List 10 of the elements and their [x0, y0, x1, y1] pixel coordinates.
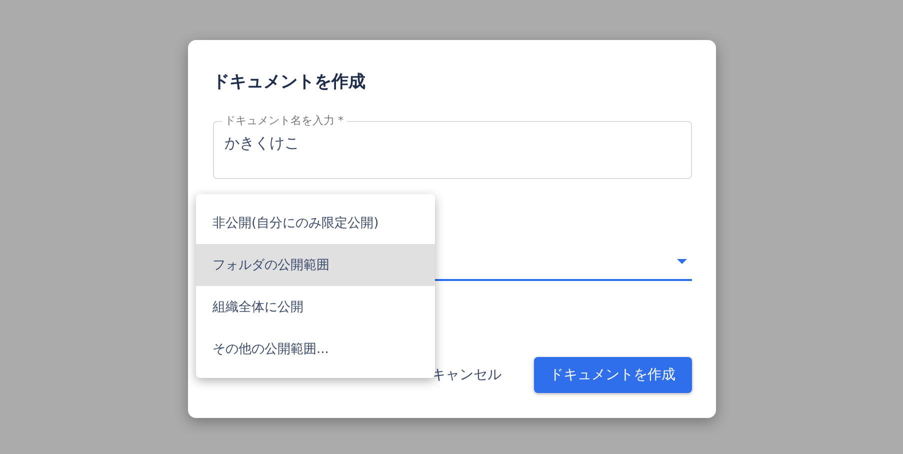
- menu-item[interactable]: 組織全体に公開: [196, 286, 434, 328]
- caret-icon: [676, 259, 686, 264]
- menu-item[interactable]: 非公開(自分にのみ限定公開): [196, 202, 434, 244]
- create-button[interactable]: ドキュメントを作成: [534, 357, 692, 393]
- field-label: ドキュメント名を入力 *: [224, 114, 344, 128]
- dialog-title: ドキュメントを作成: [212, 71, 366, 94]
- menu-item[interactable]: その他の公開範囲...: [196, 328, 434, 370]
- input-field[interactable]: ドキュメント名を入力 * かきくけこ: [212, 114, 692, 179]
- field-value: かきくけこ: [224, 134, 300, 153]
- menu-item[interactable]: フォルダの公開範囲: [196, 244, 434, 286]
